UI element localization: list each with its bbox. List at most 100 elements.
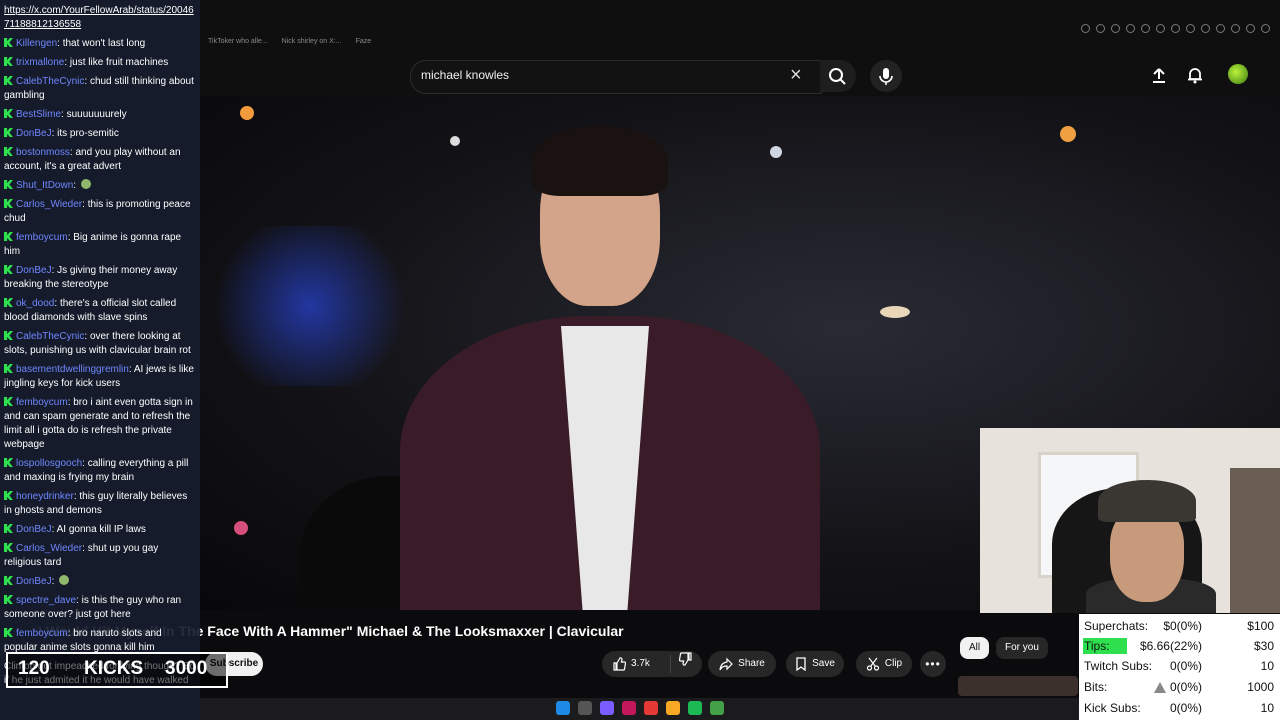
goal-target: $100 bbox=[1247, 619, 1274, 633]
taskbar-icons bbox=[556, 701, 724, 715]
discord-icon[interactable] bbox=[600, 701, 614, 715]
chat-message-list: Killengen: that won't last long trixmallo… bbox=[4, 37, 196, 693]
chat-emote-icon bbox=[59, 575, 70, 585]
tweet-link[interactable]: https://x.com/YourFellowArab/status/2004… bbox=[4, 4, 196, 32]
goal-row: Twitch Subs: 0(0%) 10 bbox=[1079, 656, 1280, 676]
chat-message: honeydrinker: this guy literally believe… bbox=[4, 491, 188, 516]
chat-username[interactable]: femboycum bbox=[16, 628, 68, 639]
spotify-icon[interactable] bbox=[688, 701, 702, 715]
chat-username[interactable]: DonBeJ bbox=[16, 524, 52, 535]
chat-username[interactable]: DonBeJ bbox=[16, 128, 52, 139]
chat-username[interactable]: DonBeJ bbox=[16, 265, 52, 276]
chat-message: Carlos_Wieder: this is promoting peace c… bbox=[4, 199, 191, 224]
chat-username[interactable]: Carlos_Wieder bbox=[16, 543, 82, 554]
save-button[interactable]: Save bbox=[786, 651, 844, 677]
more-actions-button[interactable]: ••• bbox=[920, 651, 946, 677]
app-icon[interactable] bbox=[622, 701, 636, 715]
extension-icon[interactable] bbox=[1186, 24, 1195, 33]
chat-username[interactable]: bostonmoss bbox=[16, 147, 70, 158]
share-button[interactable]: Share bbox=[708, 651, 776, 677]
extension-icon[interactable] bbox=[1171, 24, 1180, 33]
taskbar-search-icon[interactable] bbox=[578, 701, 592, 715]
chat-username[interactable]: lospollosgooch bbox=[16, 458, 82, 469]
kick-badge-icon bbox=[4, 76, 13, 85]
folder-icon[interactable] bbox=[666, 701, 680, 715]
clip-button[interactable]: Clip bbox=[856, 651, 912, 677]
chat-emote-icon bbox=[80, 179, 91, 189]
browser-toolbar-icons bbox=[1081, 24, 1270, 33]
chat-message: DonBeJ: Js giving their money away break… bbox=[4, 265, 178, 290]
voice-search-button[interactable] bbox=[870, 60, 902, 92]
thumbs-down-icon bbox=[678, 652, 692, 666]
extension-icon[interactable] bbox=[1141, 24, 1150, 33]
clear-search-icon[interactable]: × bbox=[790, 65, 806, 85]
bokeh-light bbox=[880, 306, 910, 318]
extension-icon[interactable] bbox=[1111, 24, 1120, 33]
bokeh-light bbox=[1060, 126, 1076, 142]
goal-label: Bits: bbox=[1084, 680, 1108, 694]
xbox-icon[interactable] bbox=[710, 701, 724, 715]
chat-message: CalebTheCynic: chud still thinking about… bbox=[4, 76, 194, 101]
chat-username[interactable]: CalebTheCynic bbox=[16, 331, 84, 342]
extension-icon[interactable] bbox=[1231, 24, 1240, 33]
extension-icon[interactable] bbox=[1216, 24, 1225, 33]
kick-badge-icon bbox=[4, 364, 13, 373]
chat-username[interactable]: trixmallone bbox=[16, 57, 64, 68]
chat-username[interactable]: Carlos_Wieder bbox=[16, 199, 82, 210]
extension-icon[interactable] bbox=[1246, 24, 1255, 33]
goal-target: 1000 bbox=[1247, 680, 1274, 694]
chat-username[interactable]: ok_dood bbox=[16, 298, 54, 309]
profile-icon[interactable] bbox=[1261, 24, 1270, 33]
chat-username[interactable]: honeydrinker bbox=[16, 491, 74, 502]
goal-value: $6.66(22%) bbox=[1139, 639, 1202, 653]
browser-tab[interactable]: Faze bbox=[356, 38, 372, 54]
browser-tab[interactable]: TikToker who alle... bbox=[208, 38, 268, 54]
search-button[interactable] bbox=[820, 60, 856, 92]
extension-icon[interactable] bbox=[1096, 24, 1105, 33]
chip-all[interactable]: All bbox=[960, 637, 990, 659]
extension-icon[interactable] bbox=[1201, 24, 1210, 33]
chat-message: lospollosgooch: calling everything a pil… bbox=[4, 458, 189, 483]
kick-badge-icon bbox=[4, 265, 13, 274]
chat-username[interactable]: Killengen bbox=[16, 38, 57, 49]
account-avatar[interactable] bbox=[1228, 64, 1248, 84]
scissors-icon bbox=[866, 657, 879, 671]
dislike-button[interactable] bbox=[671, 651, 693, 677]
chat-message: Carlos_Wieder: shut up you gay religious… bbox=[4, 543, 159, 568]
kick-badge-icon bbox=[4, 543, 13, 552]
bookmark-icon bbox=[796, 657, 806, 671]
recommended-video-thumbnail[interactable] bbox=[958, 676, 1078, 696]
chat-username[interactable]: spectre_dave bbox=[16, 595, 76, 606]
goal-value: $0(0%) bbox=[1163, 619, 1202, 633]
chip-for-you[interactable]: For you bbox=[996, 637, 1048, 659]
like-button[interactable]: 3.7k bbox=[602, 651, 670, 677]
chat-text: AI gonna kill IP laws bbox=[56, 524, 146, 535]
chat-username[interactable]: DonBeJ bbox=[16, 576, 52, 587]
upload-icon[interactable] bbox=[1150, 66, 1168, 84]
chat-username[interactable]: CalebTheCynic bbox=[16, 76, 84, 87]
chrome-icon[interactable] bbox=[644, 701, 658, 715]
chat-username[interactable]: Shut_ItDown bbox=[16, 180, 73, 191]
goal-row: Superchats: $0(0%) $100 bbox=[1079, 616, 1280, 636]
extension-icon[interactable] bbox=[1126, 24, 1135, 33]
zoom-icon[interactable] bbox=[1081, 24, 1090, 33]
goal-target: 10 bbox=[1260, 659, 1274, 673]
chat-username[interactable]: BestSlime bbox=[16, 109, 61, 120]
favorite-icon[interactable] bbox=[1156, 24, 1165, 33]
kick-badge-icon bbox=[4, 628, 13, 637]
streamer-cap bbox=[1098, 480, 1196, 522]
goal-label: Twitch Subs: bbox=[1084, 659, 1153, 673]
goal-value: 0(0%) bbox=[1169, 680, 1202, 694]
chat-username[interactable]: femboycum bbox=[16, 397, 68, 408]
chat-message: femboycum: bro naruto slots and popular … bbox=[4, 628, 162, 653]
browser-tab[interactable]: Nick shirley on X:... bbox=[282, 38, 342, 54]
search-query[interactable]: michael knowles bbox=[421, 68, 509, 82]
chat-message: CalebTheCynic: over there looking at slo… bbox=[4, 331, 191, 356]
windows-start-icon[interactable] bbox=[556, 701, 570, 715]
chat-message: DonBeJ: its pro-semitic bbox=[4, 127, 196, 141]
notifications-bell-icon[interactable] bbox=[1186, 66, 1204, 84]
goal-label: Kick Subs: bbox=[1084, 701, 1141, 715]
chat-username[interactable]: femboycum bbox=[16, 232, 68, 243]
chat-message: spectre_dave: is this the guy who ran so… bbox=[4, 595, 182, 620]
chat-username[interactable]: basementdwellinggremlin bbox=[16, 364, 129, 375]
